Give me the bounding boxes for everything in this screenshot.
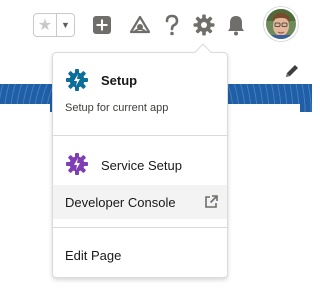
gear-icon: [193, 14, 215, 36]
content-panel-right: [228, 104, 300, 294]
star-icon: ★: [37, 17, 53, 34]
setup-menu: Setup Setup for current app Service Setu…: [52, 43, 228, 278]
user-avatar[interactable]: [264, 7, 298, 41]
external-link-icon: [205, 195, 218, 208]
setup-menu-item[interactable]: Setup Setup for current app: [53, 53, 227, 135]
setup-description: Setup for current app: [65, 102, 169, 114]
developer-console-label: Developer Console: [65, 195, 176, 210]
global-actions-button[interactable]: [90, 13, 114, 37]
developer-console-menu-item[interactable]: Developer Console: [53, 185, 227, 219]
edit-page-button[interactable]: [283, 62, 301, 80]
service-setup-label: Service Setup: [101, 158, 182, 173]
trailhead-button[interactable]: [128, 13, 152, 37]
edit-page-menu-item[interactable]: Edit Page: [53, 235, 227, 275]
help-icon: [165, 14, 179, 36]
favorites-group: ★ ▼: [33, 13, 75, 37]
notifications-button[interactable]: [224, 13, 248, 37]
menu-divider: [53, 227, 227, 228]
menu-divider: [53, 135, 227, 136]
trailhead-icon: [129, 15, 151, 34]
favorites-button[interactable]: ★: [34, 14, 57, 36]
global-header: ★ ▼: [0, 0, 312, 52]
help-button[interactable]: [160, 13, 184, 37]
setup-gear-button[interactable]: [192, 13, 216, 37]
gear-icon: [66, 69, 88, 91]
pencil-icon: [286, 65, 298, 77]
bell-icon: [228, 16, 244, 36]
content-panel-left: [0, 104, 50, 294]
edit-page-label: Edit Page: [65, 248, 122, 263]
service-setup-menu-item[interactable]: Service Setup: [53, 143, 227, 183]
add-icon: [93, 16, 111, 34]
avatar-image: [266, 9, 296, 39]
setup-label: Setup: [101, 73, 138, 88]
chevron-down-icon: ▼: [60, 20, 70, 30]
favorites-menu-button[interactable]: ▼: [57, 14, 74, 36]
gear-icon: [66, 153, 88, 175]
